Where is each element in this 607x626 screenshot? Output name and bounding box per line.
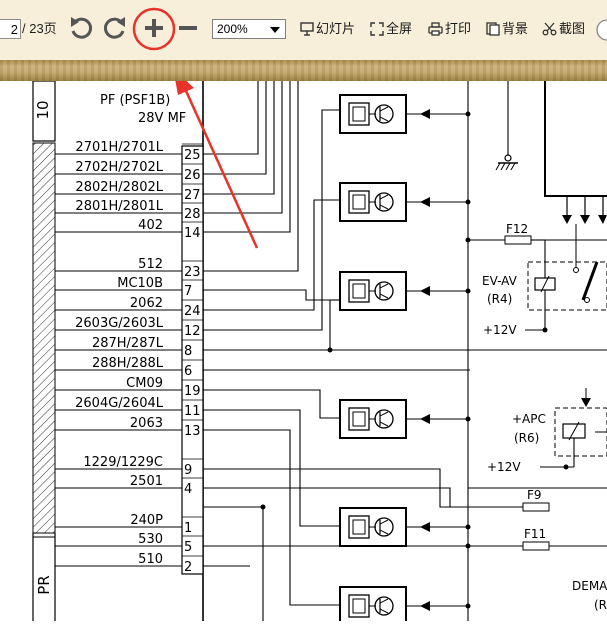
slideshow-label: 幻灯片 [316,21,356,36]
print-button[interactable]: 打印 [428,20,471,38]
r-partial-label: (R [594,598,607,612]
wire-label: 2501 [130,474,163,489]
r6-label: (R6) [514,431,539,445]
wire-label: 288H/288L [92,356,164,371]
connector-pin-13: 13 [184,424,201,439]
fuse-f11-label: F11 [524,527,546,541]
fuse-f12-label: F12 [506,222,528,236]
wire-label: 512 [138,257,163,272]
page-number-input[interactable]: 2 [0,19,21,39]
rotate-right-icon[interactable] [102,14,128,42]
wire-label: 240P [130,513,163,528]
header-28v-label: 28V MF [138,111,186,126]
connector-pin-27: 27 [184,188,201,203]
connector-pin-24: 24 [184,304,201,319]
screenshot-label: 截图 [559,21,586,36]
fuse-f9-label: F9 [527,488,542,502]
slideshow-button[interactable]: 幻灯片 [300,20,355,38]
demar-label: DEMAR [572,579,607,593]
connector-pin-12: 12 [184,324,201,339]
fullscreen-icon [370,22,384,36]
toolbar: 2 / 23页 200% 幻灯片 全屏 打印 背景 截图 [0,0,607,60]
connector-pin-6: 6 [184,364,192,379]
wiring-diagram: 10 PR PF (PSF1B) 28V MF 2526272814237241… [32,68,607,626]
wire-label: 2062 [130,296,163,311]
connector-pin-26: 26 [184,168,201,183]
viewer-frame-texture [0,60,607,81]
wire-label: 287H/287L [92,336,164,351]
header-pf-label: PF (PSF1B) [100,93,170,108]
background-icon [486,22,500,36]
slideshow-icon [300,22,314,36]
wire-label: CM09 [126,376,163,391]
screenshot-button[interactable]: 截图 [542,20,585,38]
connector-pin-4: 4 [184,482,192,497]
print-label: 打印 [445,21,472,36]
zoom-value: 200% [217,22,248,36]
background-label: 背景 [502,21,529,36]
connector-pin-11: 11 [184,404,201,419]
wire-labels: 2701H/2701L 2702H/2702L 2802H/2802L 2801H/2… [55,140,182,567]
r4-label: (R4) [487,292,512,306]
wire-label: 2604G/2604L [75,396,164,411]
wire-label: 2702H/2702L [75,160,163,175]
wire-label: 510 [138,552,163,567]
connector-pin-5: 5 [184,540,192,555]
red-highlight-circle-icon [132,7,176,51]
connector-pin-1: 1 [184,521,192,536]
document-page[interactable]: 10 PR PF (PSF1B) 28V MF 25 26 27 28 14 23 7 24 1… [0,68,607,626]
wire-label: 2603G/2603L [75,316,164,331]
connector-pin-19: 19 [184,384,201,399]
connector-pin-23: 23 [184,265,201,280]
wire-label: 2801H/2801L [75,199,163,214]
wire-label: 2802H/2802L [75,180,163,195]
wire-label: MC10B [117,276,163,291]
wire-label: 2701H/2701L [75,140,163,155]
wire-label: 530 [138,532,163,547]
plus12v-a-label: +12V [483,323,517,337]
more-button-icon[interactable] [596,18,607,42]
zoom-select[interactable]: 200% [212,19,286,39]
connector-pin-28: 28 [184,207,201,222]
fullscreen-button[interactable]: 全屏 [370,20,412,38]
side-pr-label: PR [35,575,53,594]
header-left-number: 10 [34,100,52,119]
zoom-out-icon[interactable] [175,14,201,42]
printer-icon [428,22,443,36]
ev-av-label: EV-AV [482,274,518,288]
plus12v-b-label: +12V [487,460,521,474]
wire-label: 402 [138,218,163,233]
scissors-icon [542,22,557,36]
connector-pin-7: 7 [184,284,192,299]
connector-pin-14: 14 [184,226,201,241]
wire-label: 2063 [130,416,163,431]
fullscreen-label: 全屏 [386,21,413,36]
page-total-label: / 23页 [22,21,57,36]
wire-label: 1229/1229C [83,455,163,470]
connector-pin-2: 2 [184,560,192,575]
apc-label: +APC [512,412,546,426]
chevron-down-icon [270,27,280,33]
rotate-left-icon[interactable] [68,14,94,42]
connector-pin-9: 9 [184,463,192,478]
connector-pin-25: 25 [184,148,201,163]
connector-pin-8: 8 [184,344,192,359]
background-button[interactable]: 背景 [486,20,528,38]
